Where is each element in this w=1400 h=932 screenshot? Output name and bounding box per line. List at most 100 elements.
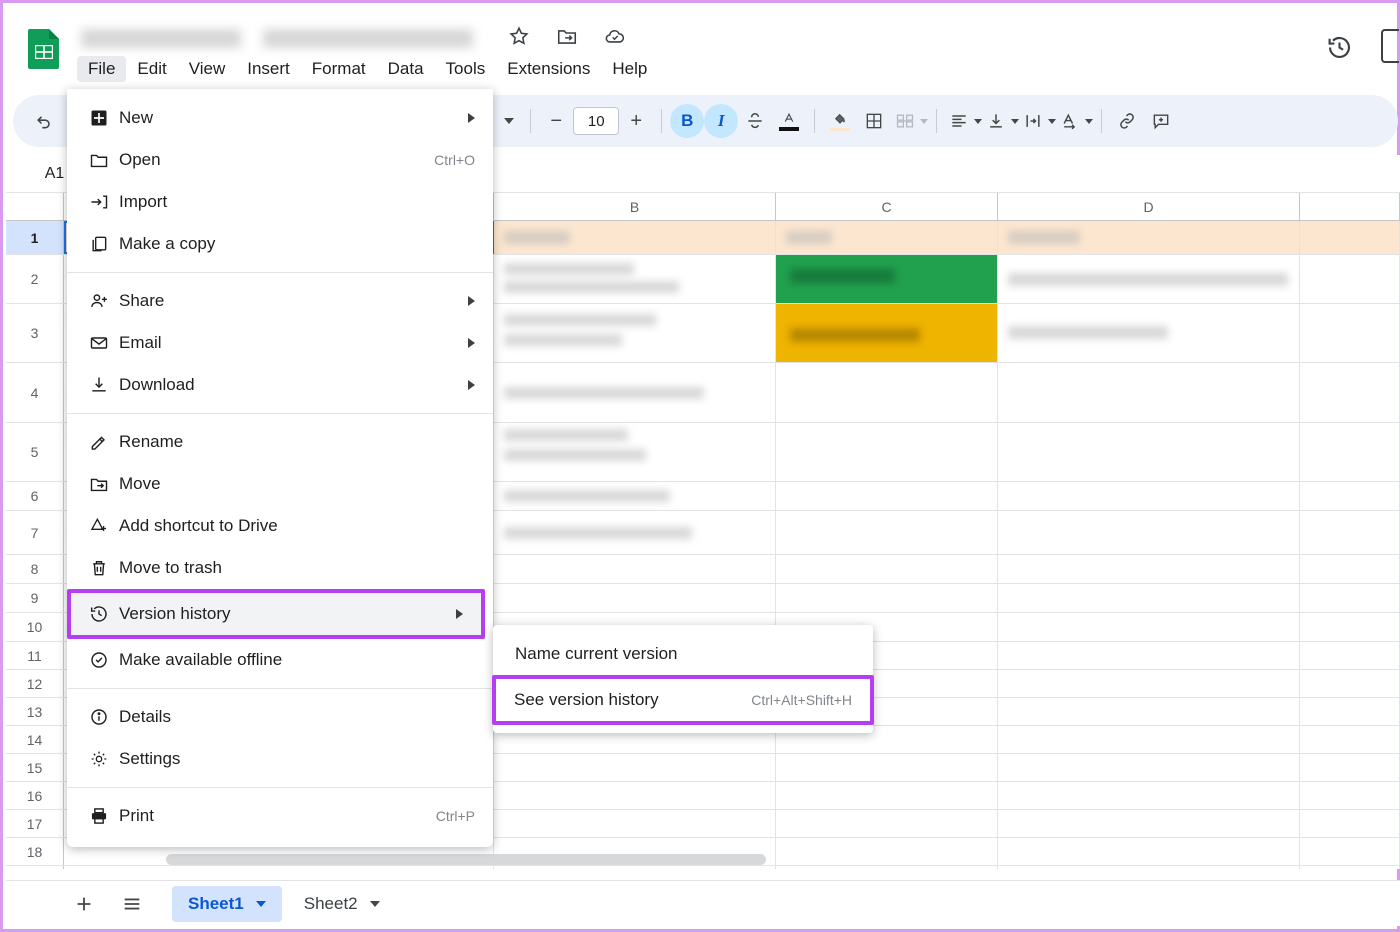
menu-edit[interactable]: Edit: [126, 56, 177, 82]
chevron-down-icon[interactable]: [256, 901, 266, 907]
row-header[interactable]: 13: [6, 698, 64, 725]
cell-b8[interactable]: [494, 555, 776, 583]
row-header[interactable]: 7: [6, 511, 64, 554]
row-header[interactable]: 8: [6, 555, 64, 583]
menu-help[interactable]: Help: [601, 56, 658, 82]
add-sheet-icon[interactable]: [66, 886, 102, 922]
cell-e1[interactable]: [1300, 221, 1400, 254]
select-all-corner[interactable]: [6, 193, 64, 220]
horizontal-scrollbar[interactable]: [166, 854, 766, 865]
cell-c7[interactable]: [776, 511, 998, 554]
cell-d19[interactable]: [998, 866, 1300, 869]
cell-c3[interactable]: [776, 304, 998, 362]
row-header[interactable]: 4: [6, 363, 64, 422]
cell-e5[interactable]: [1300, 423, 1400, 481]
file-menu-item-email[interactable]: Email: [67, 322, 493, 364]
row-header[interactable]: 14: [6, 726, 64, 753]
cell-e15[interactable]: [1300, 754, 1400, 781]
file-menu-item-version-history[interactable]: Version history: [67, 589, 485, 639]
cell-c4[interactable]: [776, 363, 998, 422]
cell-b2[interactable]: [494, 255, 776, 303]
file-menu-item-share[interactable]: Share: [67, 280, 493, 322]
italic-button[interactable]: I: [704, 104, 738, 138]
row-header[interactable]: 17: [6, 810, 64, 837]
cell-e9[interactable]: [1300, 584, 1400, 612]
cell-c2[interactable]: [776, 255, 998, 303]
row-header[interactable]: 12: [6, 670, 64, 697]
cell-c15[interactable]: [776, 754, 998, 781]
cell-e13[interactable]: [1300, 698, 1400, 725]
merge-cells-button[interactable]: [891, 104, 928, 138]
cell-d12[interactable]: [998, 670, 1300, 697]
cell-e6[interactable]: [1300, 482, 1400, 510]
cell-b3[interactable]: [494, 304, 776, 362]
insert-link-icon[interactable]: [1110, 104, 1144, 138]
cell-b16[interactable]: [494, 782, 776, 809]
all-sheets-icon[interactable]: [114, 886, 150, 922]
row-header[interactable]: 2: [6, 255, 64, 303]
insert-comment-icon[interactable]: [1144, 104, 1178, 138]
cell-e4[interactable]: [1300, 363, 1400, 422]
cell-c6[interactable]: [776, 482, 998, 510]
column-header-c[interactable]: C: [776, 193, 998, 220]
cell-b17[interactable]: [494, 810, 776, 837]
cell-c17[interactable]: [776, 810, 998, 837]
cell-b4[interactable]: [494, 363, 776, 422]
strikethrough-icon[interactable]: [738, 104, 772, 138]
row-header[interactable]: 19: [6, 866, 64, 869]
file-menu-item-add-shortcut-to-drive[interactable]: Add shortcut to Drive: [67, 505, 493, 547]
cell-d17[interactable]: [998, 810, 1300, 837]
cell-a19[interactable]: [64, 866, 494, 869]
cell-e2[interactable]: [1300, 255, 1400, 303]
cell-d14[interactable]: [998, 726, 1300, 753]
file-menu-item-make-available-offline[interactable]: Make available offline: [67, 639, 493, 681]
cell-d13[interactable]: [998, 698, 1300, 725]
row-header[interactable]: 16: [6, 782, 64, 809]
cell-b6[interactable]: [494, 482, 776, 510]
cell-d5[interactable]: [998, 423, 1300, 481]
file-menu-item-new[interactable]: New: [67, 97, 493, 139]
menu-data[interactable]: Data: [377, 56, 435, 82]
horizontal-align-button[interactable]: [945, 104, 982, 138]
sheet-tab-sheet1[interactable]: Sheet1: [172, 886, 282, 922]
chevron-down-icon[interactable]: [370, 901, 380, 907]
vertical-align-button[interactable]: [982, 104, 1019, 138]
cell-d4[interactable]: [998, 363, 1300, 422]
share-button-edge[interactable]: [1381, 29, 1399, 63]
cell-d16[interactable]: [998, 782, 1300, 809]
cell-e10[interactable]: [1300, 613, 1400, 641]
fill-color-icon[interactable]: [823, 104, 857, 138]
cell-b15[interactable]: [494, 754, 776, 781]
cell-e14[interactable]: [1300, 726, 1400, 753]
menu-format[interactable]: Format: [301, 56, 377, 82]
version-history-icon[interactable]: [1319, 27, 1359, 67]
row-header[interactable]: 18: [6, 838, 64, 865]
cell-b9[interactable]: [494, 584, 776, 612]
cell-c9[interactable]: [776, 584, 998, 612]
cell-d1[interactable]: [998, 221, 1300, 254]
cell-c8[interactable]: [776, 555, 998, 583]
undo-icon[interactable]: [27, 104, 61, 138]
cell-e7[interactable]: [1300, 511, 1400, 554]
cell-d18[interactable]: [998, 838, 1300, 865]
text-rotation-button[interactable]: [1056, 104, 1093, 138]
file-menu-item-download[interactable]: Download: [67, 364, 493, 406]
cell-c5[interactable]: [776, 423, 998, 481]
star-icon[interactable]: [508, 25, 530, 47]
cell-e18[interactable]: [1300, 838, 1400, 865]
column-header-b[interactable]: B: [494, 193, 776, 220]
cell-b5[interactable]: [494, 423, 776, 481]
cell-b19[interactable]: [494, 866, 776, 869]
column-header-e[interactable]: [1300, 193, 1400, 220]
cell-e19[interactable]: [1300, 866, 1400, 869]
font-size-input[interactable]: 10: [573, 107, 619, 135]
row-header[interactable]: 9: [6, 584, 64, 612]
cell-c16[interactable]: [776, 782, 998, 809]
file-menu-item-import[interactable]: Import: [67, 181, 493, 223]
cell-d2[interactable]: [998, 255, 1300, 303]
sheet-tab-sheet2[interactable]: Sheet2: [288, 886, 396, 922]
submenu-item-name-current-version[interactable]: Name current version: [493, 633, 873, 675]
menu-insert[interactable]: Insert: [236, 56, 301, 82]
submenu-item-see-version-history[interactable]: See version history Ctrl+Alt+Shift+H: [492, 675, 874, 725]
file-menu-item-rename[interactable]: Rename: [67, 421, 493, 463]
